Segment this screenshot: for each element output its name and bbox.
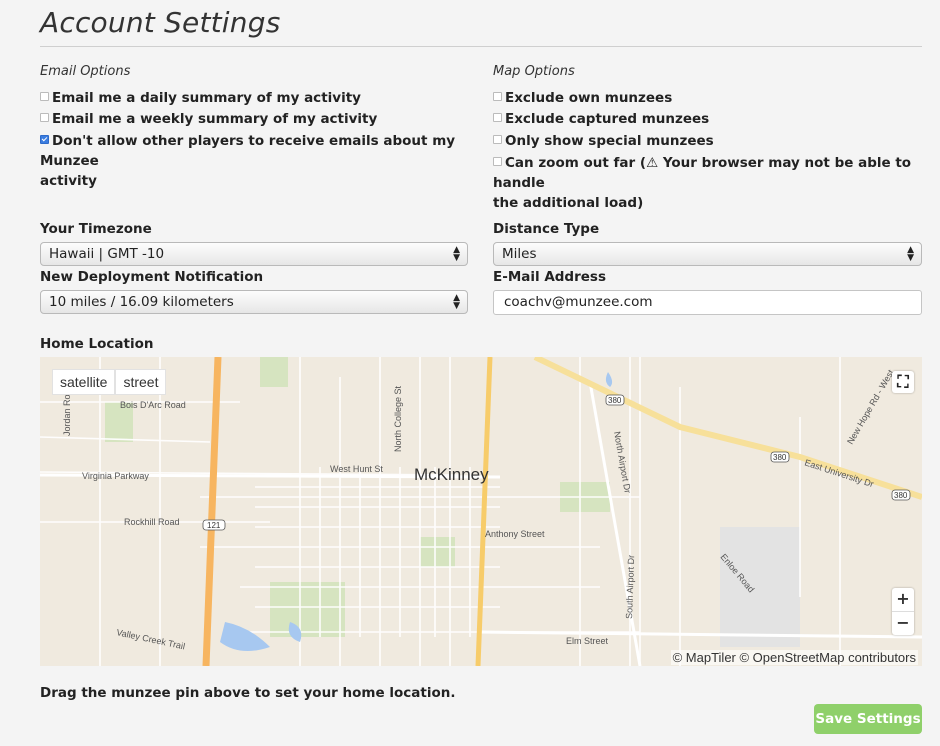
weekly-summary-option[interactable]: Email me a weekly summary of my activity xyxy=(40,109,377,129)
daily-summary-option[interactable]: Email me a daily summary of my activity xyxy=(40,88,361,108)
weekly-summary-label: Email me a weekly summary of my activity xyxy=(52,111,378,127)
block-emails-checkbox[interactable] xyxy=(40,135,49,144)
street-label: Rockhill Road xyxy=(124,517,180,527)
zoom-out-far-label: Can zoom out far ( xyxy=(505,155,647,171)
block-emails-option[interactable]: Don't allow other players to receive ema… xyxy=(40,131,480,191)
street-label: Elm Street xyxy=(566,636,609,646)
home-location-label: Home Location xyxy=(40,336,154,352)
street-label: New Hope Rd - West xyxy=(845,368,896,446)
distance-select[interactable]: Miles ▲ ▼ xyxy=(493,242,922,266)
street-label: South Airport Dr xyxy=(624,555,636,619)
street-label: Bois D'Arc Road xyxy=(120,400,186,410)
special-only-label: Only show special munzees xyxy=(505,133,714,149)
daily-summary-label: Email me a daily summary of my activity xyxy=(52,90,361,106)
zoom-out-button[interactable]: − xyxy=(892,611,914,635)
deployment-label: New Deployment Notification xyxy=(40,269,264,285)
street-label: East University Dr xyxy=(803,457,875,489)
expand-icon[interactable]: ⛶ xyxy=(892,371,914,393)
highway-shield: 380 xyxy=(894,491,908,500)
select-arrows-icon: ▲ ▼ xyxy=(453,293,460,311)
zoom-out-far-checkbox[interactable] xyxy=(493,157,502,166)
exclude-own-checkbox[interactable] xyxy=(493,92,502,101)
exclude-own-option[interactable]: Exclude own munzees xyxy=(493,88,672,108)
email-label: E-Mail Address xyxy=(493,269,606,285)
satellite-button[interactable]: satellite xyxy=(52,369,116,395)
timezone-value: Hawaii | GMT -10 xyxy=(49,246,165,262)
distance-value: Miles xyxy=(502,246,537,262)
select-arrows-icon: ▲ ▼ xyxy=(453,245,460,263)
street-label: Virginia Parkway xyxy=(82,471,149,481)
distance-label: Distance Type xyxy=(493,221,600,237)
warning-icon: ⚠ xyxy=(646,155,659,171)
save-settings-button[interactable]: Save Settings xyxy=(814,704,922,734)
highway-shield: 121 xyxy=(207,521,221,530)
exclude-captured-option[interactable]: Exclude captured munzees xyxy=(493,109,709,129)
special-only-option[interactable]: Only show special munzees xyxy=(493,131,714,151)
page-title: Account Settings xyxy=(40,6,281,39)
block-emails-label-cont: activity xyxy=(40,173,97,189)
street-button[interactable]: street xyxy=(115,369,167,395)
street-label: West Hunt St xyxy=(330,464,383,474)
timezone-label: Your Timezone xyxy=(40,221,152,237)
deployment-select[interactable]: 10 miles / 16.09 kilometers ▲ ▼ xyxy=(40,290,468,314)
zoom-in-button[interactable]: + xyxy=(892,588,914,611)
zoom-control: + − xyxy=(892,588,914,635)
exclude-captured-checkbox[interactable] xyxy=(493,113,502,122)
exclude-captured-label: Exclude captured munzees xyxy=(505,111,710,127)
zoom-out-far-option[interactable]: Can zoom out far (⚠ Your browser may not… xyxy=(493,153,923,213)
zoom-out-far-label-cont: the additional load) xyxy=(493,195,644,211)
title-divider xyxy=(40,46,922,47)
block-emails-label: Don't allow other players to receive ema… xyxy=(40,133,456,169)
street-label: North College St xyxy=(393,385,403,452)
deployment-value: 10 miles / 16.09 kilometers xyxy=(49,294,234,310)
map-city-label: McKinney xyxy=(414,465,489,484)
map-attribution[interactable]: © MapTiler © OpenStreetMap contributors xyxy=(670,650,918,665)
home-location-map[interactable]: Bois D'Arc Road Jordan Road Virginia Par… xyxy=(40,357,922,666)
map-mode-toggle: satellite street xyxy=(52,369,167,395)
special-only-checkbox[interactable] xyxy=(493,135,502,144)
map-canvas: Bois D'Arc Road Jordan Road Virginia Par… xyxy=(40,357,922,666)
street-label: Valley Creek Trail xyxy=(116,627,186,651)
email-options-heading: Email Options xyxy=(40,64,131,79)
highway-shield: 380 xyxy=(773,453,787,462)
street-label: Anthony Street xyxy=(485,529,545,539)
highway-shield: 380 xyxy=(608,396,622,405)
timezone-select[interactable]: Hawaii | GMT -10 ▲ ▼ xyxy=(40,242,468,266)
map-options-heading: Map Options xyxy=(493,64,575,79)
select-arrows-icon: ▲ ▼ xyxy=(907,245,914,263)
email-field[interactable]: coachv@munzee.com xyxy=(493,290,922,315)
weekly-summary-checkbox[interactable] xyxy=(40,113,49,122)
exclude-own-label: Exclude own munzees xyxy=(505,90,673,106)
home-location-hint: Drag the munzee pin above to set your ho… xyxy=(40,685,456,701)
daily-summary-checkbox[interactable] xyxy=(40,92,49,101)
